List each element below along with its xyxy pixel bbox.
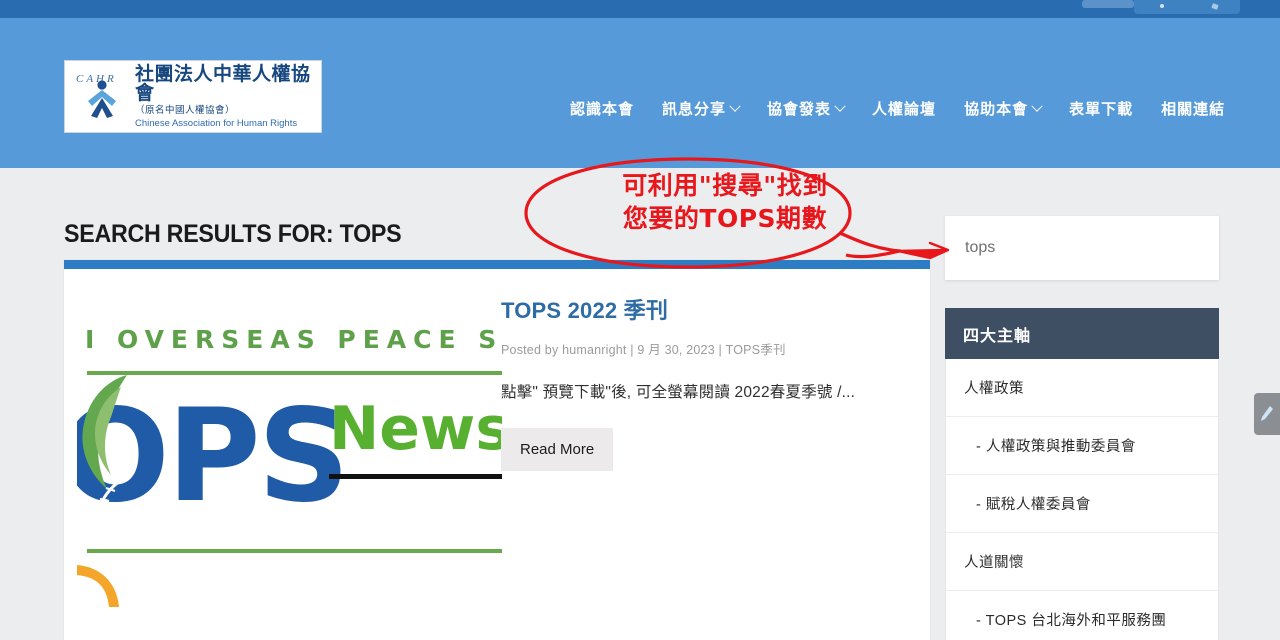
nav-item-label: 相關連結 (1161, 101, 1226, 118)
nav-item-forum[interactable]: 人權論壇 (872, 98, 936, 119)
chevron-down-icon (729, 100, 741, 112)
nav-item-forms[interactable]: 表單下載 (1069, 98, 1133, 119)
nav-item-about[interactable]: 認識本會 (570, 98, 634, 119)
newsletter-word: Newslette (329, 394, 502, 464)
nav-item-label: 表單下載 (1069, 101, 1134, 118)
logo-line-english: Chinese Association for Human Rights (135, 117, 298, 129)
nav-item-news[interactable]: 訊息分享 (662, 98, 741, 119)
logo-figure-icon (88, 79, 116, 118)
topbar-indicator-square (1211, 3, 1219, 10)
newsletter-rule-black (329, 474, 502, 479)
chevron-down-icon (1031, 100, 1043, 112)
read-more-button[interactable]: Read More (501, 428, 614, 471)
page-root: CAHR 社團法人中華人權協會 （原名中國人權協會） Chinese Assoc… (0, 0, 1280, 640)
cahr-logo-icon: CAHR (73, 71, 131, 123)
sidebar-item-tax-rights-committee[interactable]: - 賦稅人權委員會 (946, 475, 1218, 533)
topbar-indicator-dot (1160, 4, 1164, 8)
chevron-down-icon (834, 100, 846, 112)
post-meta: Posted by humanright | 9 月 30, 2023 | TO… (501, 343, 786, 357)
page-title: SEARCH RESULTS FOR: TOPS (64, 220, 402, 248)
logo-line-secondary: （原名中國人權協會） (135, 105, 236, 116)
post-title-link[interactable]: TOPS 2022 季刊 (501, 293, 901, 325)
newsletter-artwork: I OVERSEAS PEACE SER OPS Newslette (77, 287, 502, 627)
pencil-icon (1261, 406, 1273, 421)
sidebar-item-label: - 人權政策與推動委員會 (976, 439, 1136, 455)
topbar-button-left[interactable] (1082, 0, 1134, 8)
sidebar-item-label: - TOPS 台北海外和平服務團 (976, 613, 1167, 629)
sidebar-widget-four-pillars: 四大主軸 人權政策 - 人權政策與推動委員會 - 賦稅人權委員會 人道關懷 - … (945, 308, 1219, 640)
sidebar-item-label: 人權政策 (964, 381, 1024, 397)
site-logo[interactable]: CAHR 社團法人中華人權協會 （原名中國人權協會） Chinese Assoc… (64, 60, 322, 133)
nav-item-links[interactable]: 相關連結 (1161, 98, 1225, 119)
widget-title: 四大主軸 (945, 308, 1219, 359)
search-result-card: I OVERSEAS PEACE SER OPS Newslette (64, 260, 930, 640)
nav-item-publications[interactable]: 協會發表 (767, 98, 846, 119)
logo-text-block: 社團法人中華人權協會 （原名中國人權協會） Chinese Associatio… (135, 65, 321, 128)
top-utility-bar (0, 0, 1280, 18)
post-thumbnail[interactable]: I OVERSEAS PEACE SER OPS Newslette (77, 281, 502, 633)
logo-line-primary: 社團法人中華人權協會 (135, 64, 311, 104)
orange-arc-icon (77, 565, 119, 607)
nav-item-label: 協助本會 (964, 101, 1029, 118)
sidebar-item-label: - 賦稅人權委員會 (976, 497, 1091, 513)
main-navigation: 認識本會 訊息分享 協會發表 人權論壇 協助本會 表單下載 相關連結 (570, 98, 1225, 119)
sidebar-search-box[interactable] (945, 216, 1219, 280)
search-input[interactable] (945, 216, 1219, 280)
wreath-icon (92, 475, 128, 543)
site-header: CAHR 社團法人中華人權協會 （原名中國人權協會） Chinese Assoc… (0, 18, 1280, 168)
sidebar-item-tops[interactable]: - TOPS 台北海外和平服務團 (946, 591, 1218, 640)
sidebar-item-policy-committee[interactable]: - 人權政策與推動委員會 (946, 417, 1218, 475)
content-area: SEARCH RESULTS FOR: TOPS I OVERSEAS PEAC… (0, 168, 1280, 640)
nav-item-label: 訊息分享 (662, 101, 727, 118)
newsletter-top-text: I OVERSEAS PEACE SER (85, 325, 502, 354)
sidebar-item-humanitarian-care[interactable]: 人道關懷 (946, 533, 1218, 591)
nav-item-label: 協會發表 (767, 101, 832, 118)
nav-item-support[interactable]: 協助本會 (964, 98, 1043, 119)
sidebar-item-human-rights-policy[interactable]: 人權政策 (946, 359, 1218, 417)
post-details: TOPS 2022 季刊 Posted by humanright | 9 月 … (501, 293, 901, 471)
nav-item-label: 人權論壇 (872, 101, 937, 118)
post-excerpt: 點擊" 預覽下載"後, 可全螢幕閱讀 2022春夏季號 /... (501, 384, 856, 401)
widget-item-list: 人權政策 - 人權政策與推動委員會 - 賦稅人權委員會 人道關懷 - TOPS … (945, 359, 1219, 640)
newsletter-rule-bottom (87, 549, 502, 553)
nav-item-label: 認識本會 (570, 101, 635, 118)
topbar-button-right[interactable] (1134, 0, 1240, 14)
page-builder-toggle[interactable] (1254, 393, 1280, 435)
sidebar-item-label: 人道關懷 (964, 555, 1024, 571)
